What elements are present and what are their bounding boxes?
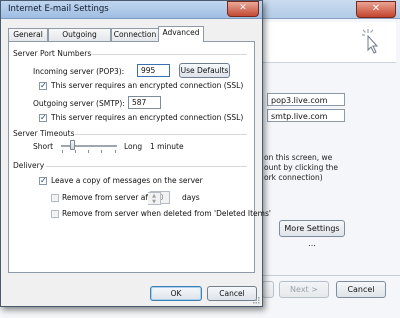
background-cancel-button[interactable]: Cancel bbox=[336, 281, 386, 298]
ok-button[interactable]: OK bbox=[150, 286, 202, 301]
remove-after-checkbox[interactable] bbox=[51, 194, 59, 202]
tab-advanced[interactable]: Advanced bbox=[158, 26, 204, 42]
days-label: days bbox=[182, 193, 200, 202]
slider-tick bbox=[62, 150, 63, 153]
next-button[interactable]: Next > bbox=[279, 281, 329, 298]
background-incoming-server-input[interactable]: pop3.live.com bbox=[267, 93, 345, 106]
tab-general[interactable]: General bbox=[8, 28, 48, 41]
leave-copy-label: Leave a copy of messages on the server bbox=[51, 176, 203, 185]
background-close-button[interactable]: ✕ bbox=[356, 1, 396, 18]
background-outgoing-server-input[interactable]: smtp.live.com bbox=[267, 109, 345, 122]
background-info-line-3: ork connection) bbox=[264, 173, 323, 182]
delivery-divider bbox=[46, 166, 247, 167]
incoming-port-input[interactable]: 995 bbox=[137, 64, 170, 77]
dialog-close-button[interactable]: ✕ bbox=[227, 1, 259, 17]
dialog-cancel-button[interactable]: Cancel bbox=[207, 286, 257, 301]
spin-down-icon[interactable]: ▼ bbox=[148, 199, 160, 205]
server-timeouts-heading: Server Timeouts bbox=[13, 129, 75, 138]
timeout-short-label: Short bbox=[33, 142, 54, 151]
incoming-server-label: Incoming server (POP3): bbox=[33, 67, 125, 76]
incoming-ssl-checkbox[interactable]: ✓ bbox=[39, 82, 47, 90]
remove-after-label: Remove from server after bbox=[62, 193, 159, 202]
server-timeouts-divider bbox=[75, 134, 247, 135]
background-info-line-1: on this screen, we bbox=[264, 153, 333, 162]
outgoing-ssl-checkbox[interactable]: ✓ bbox=[39, 114, 47, 122]
back-button[interactable] bbox=[262, 281, 274, 298]
outgoing-server-label: Outgoing server (SMTP): bbox=[33, 99, 125, 108]
outgoing-port-input[interactable]: 587 bbox=[128, 96, 161, 109]
slider-tick bbox=[75, 150, 76, 153]
server-port-numbers-heading: Server Port Numbers bbox=[13, 49, 92, 58]
use-defaults-button[interactable]: Use Defaults bbox=[179, 63, 230, 78]
timeout-slider-thumb[interactable] bbox=[70, 140, 76, 150]
dialog-titlebar: Internet E-mail Settings ✕ bbox=[1, 1, 262, 19]
timeout-long-label: Long bbox=[124, 142, 143, 151]
cursor-click-icon bbox=[362, 29, 379, 54]
tab-connection[interactable]: Connection bbox=[111, 28, 159, 41]
delivery-heading: Delivery bbox=[13, 161, 45, 170]
internet-email-settings-dialog: Internet E-mail Settings ✕ General Outgo… bbox=[0, 0, 271, 307]
timeout-value-label: 1 minute bbox=[150, 142, 184, 151]
resize-grip-icon[interactable] bbox=[252, 296, 260, 304]
server-port-numbers-divider bbox=[91, 54, 247, 55]
tab-outgoing-server[interactable]: Outgoing Server bbox=[48, 28, 111, 51]
dialog-title: Internet E-mail Settings bbox=[8, 4, 109, 14]
remove-deleted-label: Remove from server when deleted from 'De… bbox=[62, 209, 271, 218]
slider-tick bbox=[101, 150, 102, 153]
advanced-tab-panel: Server Port Numbers Incoming server (POP… bbox=[8, 41, 271, 273]
slider-tick bbox=[88, 150, 89, 153]
background-footer-separator bbox=[262, 275, 400, 276]
remove-deleted-checkbox[interactable] bbox=[51, 210, 59, 218]
leave-copy-checkbox[interactable]: ✓ bbox=[39, 177, 47, 185]
slider-tick bbox=[115, 150, 116, 153]
more-settings-button[interactable]: More Settings ... bbox=[279, 220, 345, 248]
background-info-line-2: ount by clicking the bbox=[264, 163, 339, 172]
outgoing-ssl-label: This server requires an encrypted connec… bbox=[51, 113, 244, 122]
days-spinner[interactable]: ▲ ▼ bbox=[148, 192, 161, 205]
incoming-ssl-label: This server requires an encrypted connec… bbox=[51, 81, 244, 90]
